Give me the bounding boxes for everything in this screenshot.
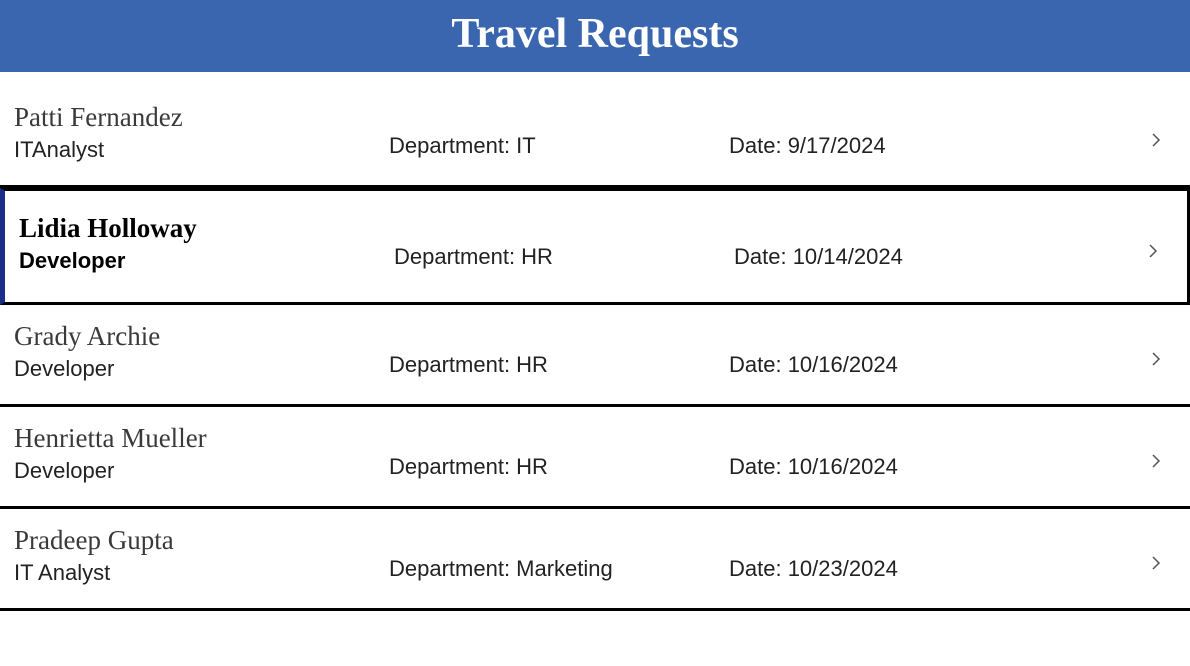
date-cell: Date: 9/17/2024 bbox=[729, 107, 1136, 159]
spacer bbox=[0, 72, 1190, 86]
name-role-column: Lidia Holloway Developer bbox=[19, 213, 394, 274]
request-list: Patti FernandezITAnalystDepartment: ITDa… bbox=[0, 86, 1190, 611]
person-name: Patti Fernandez bbox=[14, 102, 389, 133]
name-role-column: Pradeep Gupta IT Analyst bbox=[14, 525, 389, 586]
date-cell: Date: 10/14/2024 bbox=[734, 218, 1133, 270]
person-role: ITAnalyst bbox=[14, 137, 389, 163]
chevron-right-icon[interactable] bbox=[1133, 229, 1173, 259]
chevron-right-icon[interactable] bbox=[1136, 439, 1176, 469]
list-item[interactable]: Patti Fernandez ITAnalystDepartment: ITDa… bbox=[0, 86, 1190, 188]
chevron-right-icon[interactable] bbox=[1136, 541, 1176, 571]
department-cell: Department: IT bbox=[389, 107, 729, 159]
list-item[interactable]: Lidia Holloway DeveloperDepartment: HRDat… bbox=[0, 188, 1190, 305]
name-role-column: Henrietta Mueller Developer bbox=[14, 423, 389, 484]
chevron-right-icon[interactable] bbox=[1136, 118, 1176, 148]
person-name: Grady Archie bbox=[14, 321, 389, 352]
list-item[interactable]: Henrietta Mueller DeveloperDepartment: HR… bbox=[0, 407, 1190, 509]
department-cell: Department: HR bbox=[389, 428, 729, 480]
name-role-column: Patti Fernandez ITAnalyst bbox=[14, 102, 389, 163]
department-cell: Department: HR bbox=[389, 326, 729, 378]
date-cell: Date: 10/16/2024 bbox=[729, 428, 1136, 480]
list-item[interactable]: Pradeep Gupta IT AnalystDepartment: Marke… bbox=[0, 509, 1190, 611]
person-role: Developer bbox=[14, 458, 389, 484]
department-cell: Department: Marketing bbox=[389, 530, 729, 582]
page-title: Travel Requests bbox=[0, 0, 1190, 72]
person-name: Henrietta Mueller bbox=[14, 423, 389, 454]
department-cell: Department: HR bbox=[394, 218, 734, 270]
person-name: Pradeep Gupta bbox=[14, 525, 389, 556]
date-cell: Date: 10/23/2024 bbox=[729, 530, 1136, 582]
chevron-right-icon[interactable] bbox=[1136, 337, 1176, 367]
person-role: Developer bbox=[14, 356, 389, 382]
list-item[interactable]: Grady Archie DeveloperDepartment: HRDate:… bbox=[0, 305, 1190, 407]
person-role: Developer bbox=[19, 248, 394, 274]
name-role-column: Grady Archie Developer bbox=[14, 321, 389, 382]
date-cell: Date: 10/16/2024 bbox=[729, 326, 1136, 378]
person-name: Lidia Holloway bbox=[19, 213, 394, 244]
person-role: IT Analyst bbox=[14, 560, 389, 586]
